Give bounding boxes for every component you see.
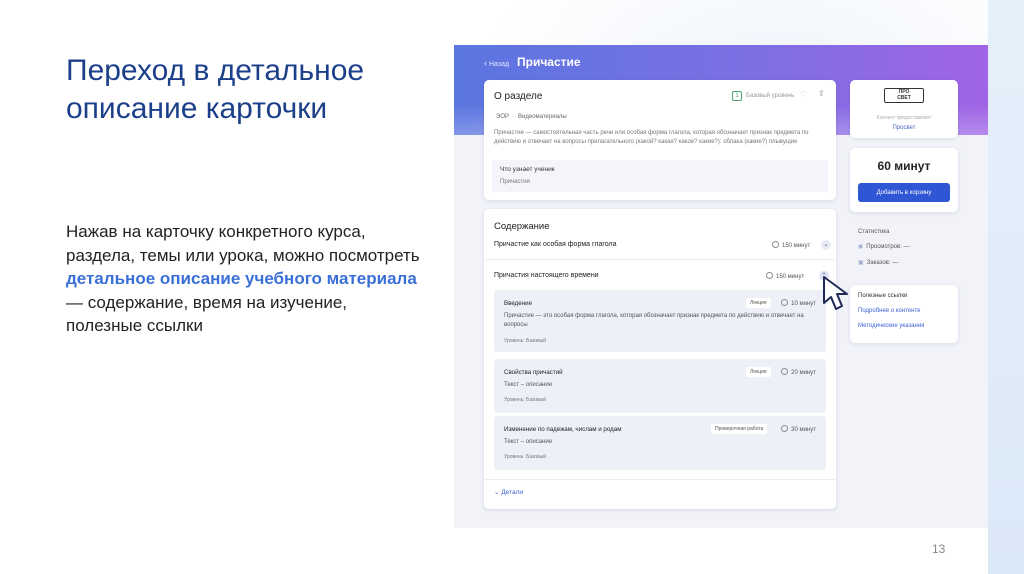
page-number: 13 <box>932 542 946 556</box>
back-link-label: Назад <box>489 61 510 68</box>
lesson-time: 20 минут <box>781 368 816 376</box>
lesson-item[interactable]: Введение Лекция 10 минут Причастие — это… <box>494 290 826 352</box>
stats-title: Статистика <box>858 229 890 235</box>
lesson-description: Текст – описание <box>504 439 553 445</box>
content-row-title[interactable]: Причастие как особая форма глагола <box>494 241 616 248</box>
cart-icon: ▣ <box>858 260 864 266</box>
details-toggle[interactable]: ⌄ Детали <box>494 488 523 496</box>
duration-value: 60 минут <box>877 159 931 173</box>
lesson-type-badge: Лекция <box>746 367 771 377</box>
content-divider <box>484 479 836 480</box>
content-row-time: 150 минут <box>766 272 804 280</box>
provider-name[interactable]: Просвет <box>850 125 958 131</box>
lesson-description: Текст – описание <box>504 382 553 388</box>
lesson-type-badge: Лекция <box>746 298 771 308</box>
content-row-time: 150 минут <box>772 241 810 249</box>
back-link[interactable]: ‹ Назад <box>484 58 509 68</box>
lesson-time: 10 минут <box>781 299 816 307</box>
links-title: Полезные ссылки <box>858 293 908 299</box>
chevron-left-icon: ‹ <box>484 58 487 68</box>
provider-note: Контент предоставляет <box>876 115 932 121</box>
slide-body-text-end: — содержание, время на изучение, полезны… <box>66 292 348 336</box>
about-card: О разделе 1 Базовый уровень ♡ ⇪ ЭОР Виде… <box>484 80 836 200</box>
lesson-item[interactable]: Свойства причастий Лекция 20 минут Текст… <box>494 359 826 413</box>
stat-orders-text: Заказов: — <box>866 260 899 266</box>
screen-title: Причастие <box>517 55 581 69</box>
link-more-about-content[interactable]: Подробнее о контенте <box>858 308 920 314</box>
lesson-title: Введение <box>504 300 533 307</box>
tag-eor: ЭОР <box>496 114 509 120</box>
lesson-level: Уровень: Базовый <box>504 454 547 460</box>
about-title: О разделе <box>494 91 543 102</box>
lesson-title: Изменение по падежам, числам и родам <box>504 426 622 433</box>
content-row-title[interactable]: Причастия настоящего времени <box>494 272 599 279</box>
links-card: Полезные ссылки Подробнее о контенте Мет… <box>850 285 958 343</box>
share-icon[interactable]: ⇪ <box>818 89 825 98</box>
clock-icon <box>781 299 789 306</box>
lesson-time-text: 30 минут <box>791 427 816 433</box>
eye-icon: ◉ <box>858 244 864 250</box>
stats-panel: Статистика ◉ Просмотров: — ▣ Заказов: — <box>852 223 962 283</box>
stat-orders: ▣ Заказов: — <box>858 259 898 266</box>
lesson-time-text: 20 минут <box>791 370 816 376</box>
lesson-title: Свойства причастий <box>504 369 563 376</box>
stat-views: ◉ Просмотров: — <box>858 243 910 250</box>
slide-side-strip <box>988 0 1024 574</box>
mouse-pointer-icon <box>823 276 848 310</box>
learn-title: Что узнает ученик <box>500 166 555 173</box>
content-row-time-text: 150 минут <box>782 243 811 249</box>
slide-body: Нажав на карточку конкретного курса, раз… <box>66 220 426 338</box>
app-screenshot: ‹ Назад Причастие О разделе 1 Базовый уро… <box>454 45 988 528</box>
details-label: Детали <box>501 489 524 496</box>
about-description: Причастие — самостоятельная часть речи и… <box>494 130 809 145</box>
lesson-time-text: 10 минут <box>791 301 816 307</box>
heart-icon[interactable]: ♡ <box>800 90 807 99</box>
slide-body-text-start: Нажав на карточку конкретного курса, раз… <box>66 222 420 265</box>
content-divider <box>484 259 836 260</box>
lesson-item[interactable]: Изменение по падежам, числам и родам Про… <box>494 416 826 470</box>
provider-card: ПРО СВЕТ Контент предоставляет Просвет <box>850 80 958 138</box>
tag-video: Видеоматериалы <box>518 114 567 120</box>
clock-icon <box>766 272 773 279</box>
slide-title: Переход в детальное описание карточки <box>66 54 365 125</box>
lesson-description: Причастие — это особая форма глагола, ко… <box>504 313 804 328</box>
learn-value: Причастия <box>500 179 530 185</box>
clock-icon <box>781 368 789 375</box>
content-card: Содержание Причастие как особая форма гл… <box>484 209 836 509</box>
link-methodical-guidelines[interactable]: Методические указания <box>858 323 924 329</box>
learn-box: Что узнает ученик Причастия <box>492 160 828 192</box>
slide-body-highlight: детальное описание учебного материала <box>66 269 417 288</box>
clock-icon <box>772 241 779 248</box>
content-title: Содержание <box>494 221 550 232</box>
level-label: Базовый уровень <box>746 93 795 99</box>
chevron-down-icon[interactable]: ⌄ <box>821 240 831 250</box>
lesson-level: Уровень: Базовый <box>504 397 547 403</box>
add-to-cart-button[interactable]: Добавить в корзину <box>858 183 950 202</box>
stat-views-text: Просмотров: — <box>866 244 910 250</box>
provider-logo: ПРО СВЕТ <box>884 88 924 103</box>
lesson-time: 30 минут <box>781 425 816 433</box>
price-card: 60 минут Добавить в корзину <box>850 148 958 212</box>
level-badge-icon: 1 <box>732 91 742 101</box>
lesson-level: Уровень: Базовый <box>504 338 547 344</box>
provider-logo-line2: СВЕТ <box>897 94 911 101</box>
content-row-time-text: 150 минут <box>776 274 805 280</box>
clock-icon <box>781 425 789 432</box>
lesson-type-badge: Проверочная работа <box>711 424 768 434</box>
